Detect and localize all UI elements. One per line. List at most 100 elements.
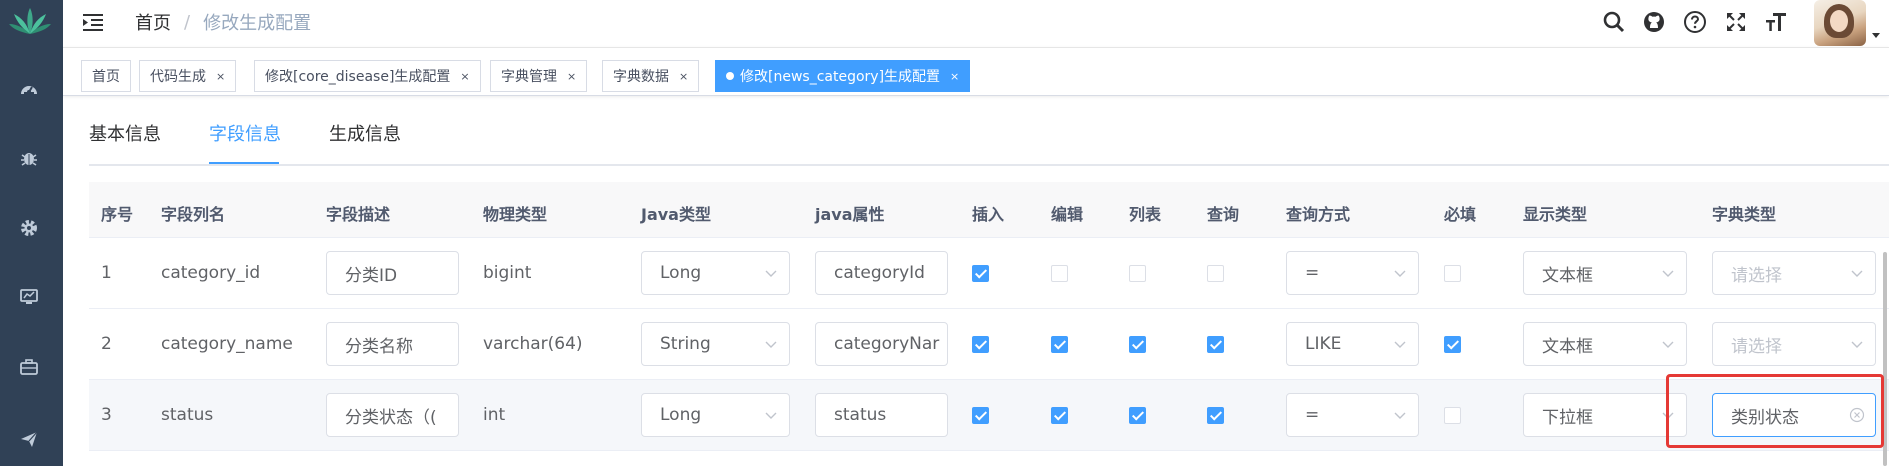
chevron-down-icon — [765, 341, 777, 348]
fullscreen-icon[interactable] — [1723, 9, 1749, 35]
breadcrumb-home[interactable]: 首页 — [135, 9, 171, 35]
breadcrumb: 首页 / 修改生成配置 — [135, 0, 311, 44]
th-insert: 插入 — [972, 205, 1005, 224]
edit-checkbox[interactable] — [1051, 407, 1068, 424]
avatar[interactable] — [1814, 0, 1866, 46]
clear-icon[interactable] — [1849, 407, 1865, 423]
tag-dict-management[interactable]: 字典管理 × — [490, 60, 588, 92]
tag-label: 修改[news_category]生成配置 — [740, 69, 941, 85]
bug-icon[interactable] — [18, 147, 40, 169]
dict-type-select[interactable]: 请选择 — [1712, 251, 1876, 295]
desc-input[interactable]: 分类ID — [326, 251, 459, 295]
breadcrumb-current: 修改生成配置 — [203, 13, 312, 34]
dashboard-icon[interactable] — [18, 79, 40, 101]
th-edit: 编辑 — [1051, 205, 1084, 224]
tag-label: 字典数据 — [613, 69, 669, 85]
chevron-down-icon — [1394, 270, 1406, 277]
java-type-select[interactable]: Long — [641, 393, 790, 437]
table-row: 2 category_name 分类名称 varchar(64) String … — [89, 309, 1889, 380]
tab-basic-info[interactable]: 基本信息 — [89, 120, 161, 146]
cell-index: 1 — [101, 263, 112, 283]
list-checkbox[interactable] — [1129, 407, 1146, 424]
edit-checkbox[interactable] — [1051, 265, 1068, 282]
dict-type-select[interactable]: 类别状态 — [1712, 393, 1876, 437]
java-prop-input[interactable]: categoryId — [815, 251, 948, 295]
tags-view: 首页 代码生成 × 修改[core_disease]生成配置 × 字典管理 × … — [63, 47, 1889, 96]
required-checkbox[interactable] — [1444, 407, 1461, 424]
select-value: Long — [660, 263, 702, 283]
th-column: 字段列名 — [161, 205, 226, 224]
edit-checkbox[interactable] — [1051, 336, 1068, 353]
display-type-select[interactable]: 文本框 — [1523, 322, 1687, 366]
query-checkbox[interactable] — [1207, 336, 1224, 353]
table-row: 3 status 分类状态（( int Long status = 下拉框 类别… — [89, 380, 1889, 451]
caret-down-icon[interactable] — [1871, 30, 1881, 40]
tag-home[interactable]: 首页 — [81, 60, 131, 92]
required-checkbox[interactable] — [1444, 336, 1461, 353]
query-checkbox[interactable] — [1207, 265, 1224, 282]
required-checkbox[interactable] — [1444, 265, 1461, 282]
table-scrollbar[interactable] — [1883, 252, 1887, 466]
th-display-type: 显示类型 — [1523, 205, 1588, 224]
tag-dict-data[interactable]: 字典数据 × — [602, 60, 700, 92]
desc-input[interactable]: 分类状态（( — [326, 393, 459, 437]
logo-icon — [9, 8, 51, 34]
select-value: = — [1305, 263, 1320, 283]
cell-index: 3 — [101, 405, 112, 425]
select-value: LIKE — [1305, 334, 1342, 354]
close-icon[interactable]: × — [216, 70, 225, 83]
monitor-icon[interactable] — [18, 286, 40, 308]
th-query: 查询 — [1207, 205, 1240, 224]
tag-edit-core-disease[interactable]: 修改[core_disease]生成配置 × — [254, 60, 481, 92]
list-checkbox[interactable] — [1129, 336, 1146, 353]
query-type-select[interactable]: LIKE — [1286, 322, 1419, 366]
java-type-select[interactable]: Long — [641, 251, 790, 295]
desc-input[interactable]: 分类名称 — [326, 322, 459, 366]
close-icon[interactable]: × — [679, 70, 688, 83]
table-row: 1 category_id 分类ID bigint Long categoryI… — [89, 238, 1889, 309]
question-icon[interactable] — [1682, 9, 1708, 35]
select-placeholder: 请选择 — [1731, 336, 1782, 357]
select-value: 文本框 — [1542, 336, 1593, 357]
font-size-icon[interactable] — [1763, 9, 1789, 35]
gear-icon[interactable] — [18, 217, 40, 239]
select-value: String — [660, 334, 711, 354]
github-icon[interactable] — [1641, 9, 1667, 35]
close-icon[interactable]: × — [567, 70, 576, 83]
select-value: 类别状态 — [1731, 407, 1799, 428]
th-physical: 物理类型 — [483, 205, 548, 224]
search-icon[interactable] — [1601, 9, 1627, 35]
dict-type-select[interactable]: 请选择 — [1712, 322, 1876, 366]
insert-checkbox[interactable] — [972, 407, 989, 424]
tabs-divider — [89, 164, 1889, 166]
cell-column: category_name — [161, 334, 293, 354]
th-dict-type: 字典类型 — [1712, 205, 1777, 224]
query-type-select[interactable]: = — [1286, 393, 1419, 437]
tab-gen-info[interactable]: 生成信息 — [329, 120, 401, 146]
cell-physical: bigint — [483, 263, 532, 283]
insert-checkbox[interactable] — [972, 265, 989, 282]
chevron-down-icon — [1851, 270, 1863, 277]
toolbox-icon[interactable] — [18, 356, 40, 378]
tag-code-gen[interactable]: 代码生成 × — [139, 60, 237, 92]
query-checkbox[interactable] — [1207, 407, 1224, 424]
chevron-down-icon — [1394, 412, 1406, 419]
insert-checkbox[interactable] — [972, 336, 989, 353]
sidebar — [0, 0, 63, 466]
display-type-select[interactable]: 下拉框 — [1523, 393, 1687, 437]
tag-edit-news-category[interactable]: 修改[news_category]生成配置 × — [715, 60, 971, 92]
cell-physical: int — [483, 405, 506, 425]
close-icon[interactable]: × — [460, 70, 469, 83]
java-type-select[interactable]: String — [641, 322, 790, 366]
java-prop-input[interactable]: status — [815, 393, 948, 437]
app-root: 首页 / 修改生成配置 首页 代码生成 × 修改[core_disease]生成… — [0, 0, 1889, 466]
tab-field-info[interactable]: 字段信息 — [209, 120, 281, 146]
query-type-select[interactable]: = — [1286, 251, 1419, 295]
java-prop-input[interactable]: categoryNar — [815, 322, 948, 366]
send-icon[interactable] — [18, 428, 40, 450]
close-icon[interactable]: × — [950, 70, 959, 83]
display-type-select[interactable]: 文本框 — [1523, 251, 1687, 295]
list-checkbox[interactable] — [1129, 265, 1146, 282]
hamburger-icon[interactable] — [81, 10, 105, 34]
navbar: 首页 / 修改生成配置 — [63, 0, 1889, 47]
